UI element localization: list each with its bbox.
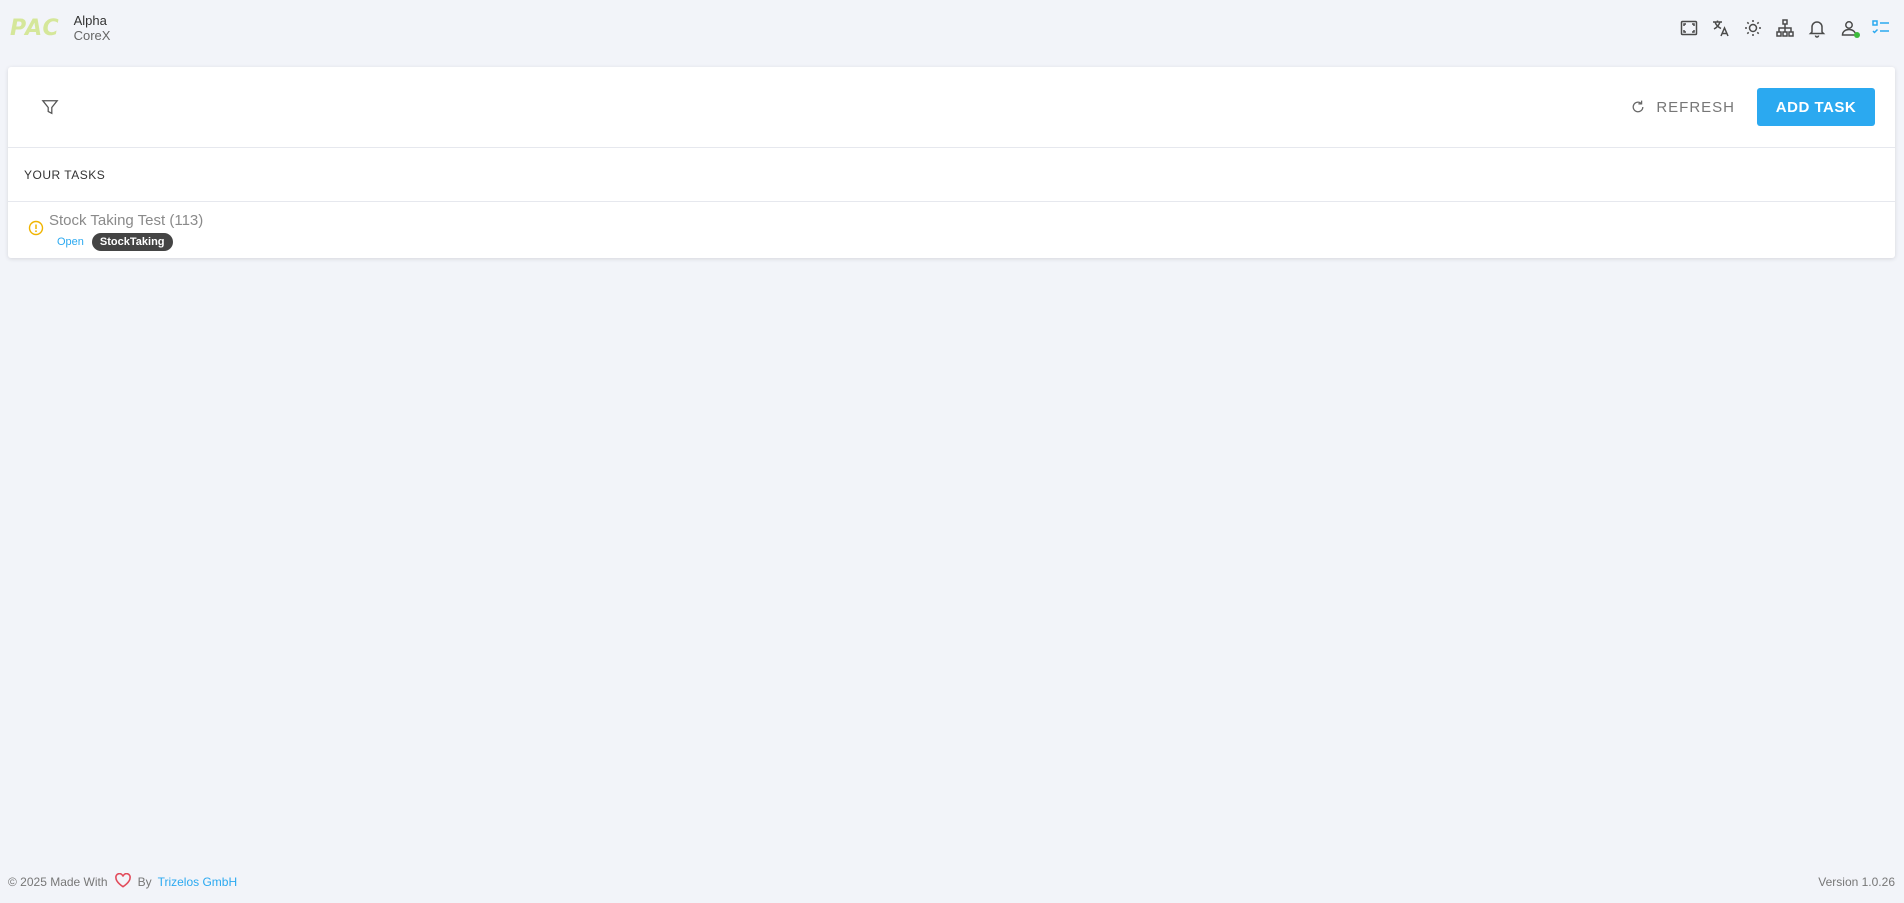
task-title: Stock Taking Test (113) xyxy=(49,212,204,229)
footer-credits: © 2025 Made With By Trizelos GmbH xyxy=(8,872,238,891)
task-tag: StockTaking xyxy=(91,233,173,251)
org-chart-icon[interactable] xyxy=(1774,17,1796,39)
add-task-button[interactable]: ADD TASK xyxy=(1757,88,1875,126)
task-list-icon[interactable] xyxy=(1870,17,1892,39)
version-text: Version 1.0.26 xyxy=(1818,875,1895,889)
top-bar: PAC Alpha CoreX xyxy=(0,0,1904,56)
translate-icon[interactable] xyxy=(1710,17,1732,39)
task-item[interactable]: Stock Taking Test (113) Open StockTaking xyxy=(8,202,1895,251)
brand-subtitle: CoreX xyxy=(73,28,111,43)
brand[interactable]: PAC Alpha CoreX xyxy=(10,13,110,43)
refresh-button[interactable]: REFRESH xyxy=(1630,99,1735,116)
footer: © 2025 Made With By Trizelos GmbH Versio… xyxy=(8,872,1895,891)
by-text: By xyxy=(137,875,152,889)
section-title: YOUR TASKS xyxy=(8,148,1895,202)
logo: PAC xyxy=(10,15,60,41)
task-status: Open xyxy=(57,236,84,248)
tasks-card: REFRESH ADD TASK YOUR TASKS Stock Taking… xyxy=(8,67,1895,258)
refresh-label: REFRESH xyxy=(1656,98,1735,116)
card-toolbar: REFRESH ADD TASK xyxy=(8,67,1895,148)
fullscreen-icon[interactable] xyxy=(1678,17,1700,39)
task-content: Stock Taking Test (113) Open StockTaking xyxy=(49,212,203,251)
user-icon[interactable] xyxy=(1838,17,1860,39)
presence-indicator xyxy=(1854,32,1860,38)
task-meta: Open StockTaking xyxy=(49,233,203,251)
brand-text: Alpha CoreX xyxy=(74,13,111,43)
bell-icon[interactable] xyxy=(1806,17,1828,39)
filter-icon[interactable] xyxy=(38,95,62,119)
top-icons xyxy=(1678,17,1894,39)
refresh-icon xyxy=(1632,100,1644,113)
toolbar-actions: REFRESH ADD TASK xyxy=(1630,88,1875,126)
brand-name: Alpha xyxy=(73,13,107,28)
copyright-text: © 2025 Made With xyxy=(8,875,108,889)
heart-icon xyxy=(114,872,132,891)
warning-icon xyxy=(28,220,44,236)
company-link[interactable]: Trizelos GmbH xyxy=(158,875,238,889)
theme-icon[interactable] xyxy=(1742,17,1764,39)
